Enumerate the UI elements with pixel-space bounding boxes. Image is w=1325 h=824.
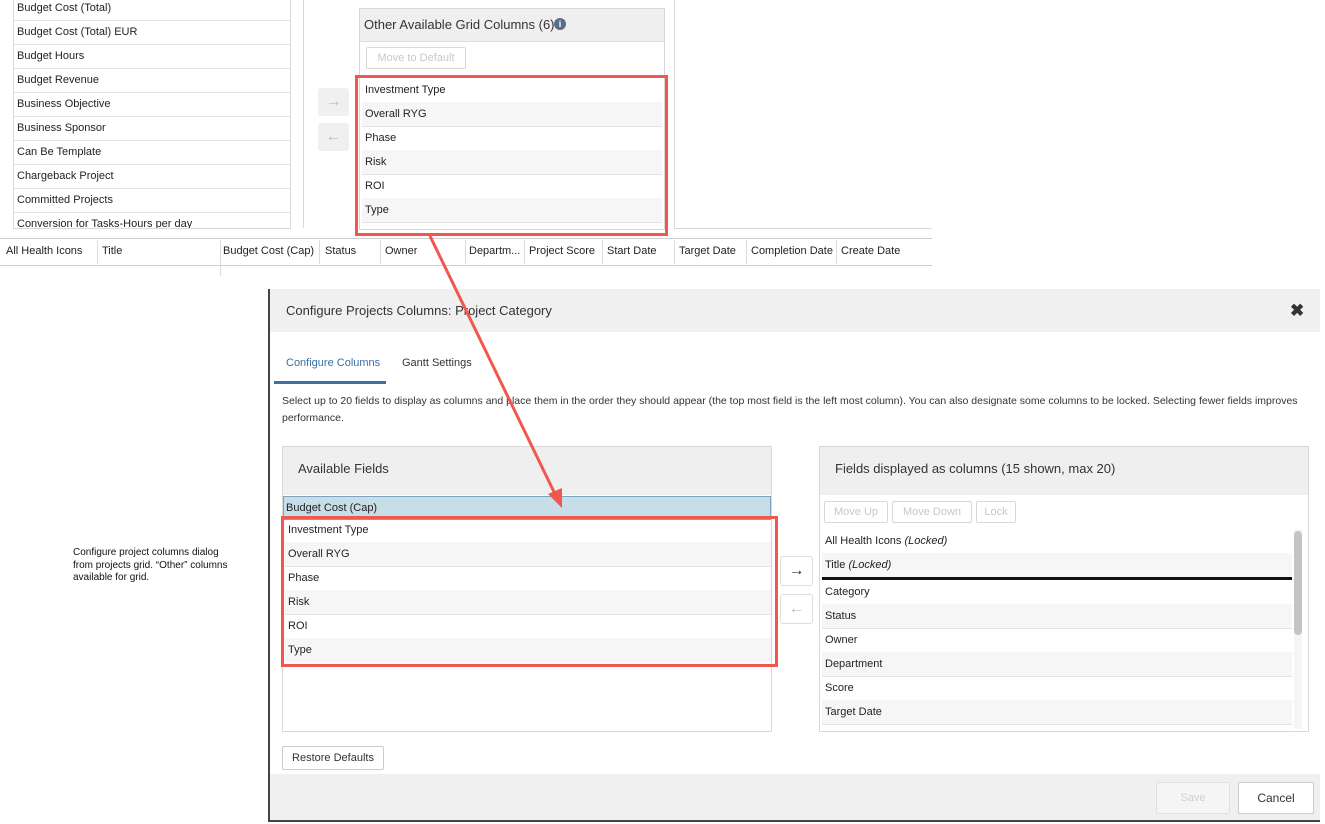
connector-arrowhead (548, 488, 562, 508)
connector-line (428, 235, 558, 497)
connector-arrow (428, 235, 562, 508)
